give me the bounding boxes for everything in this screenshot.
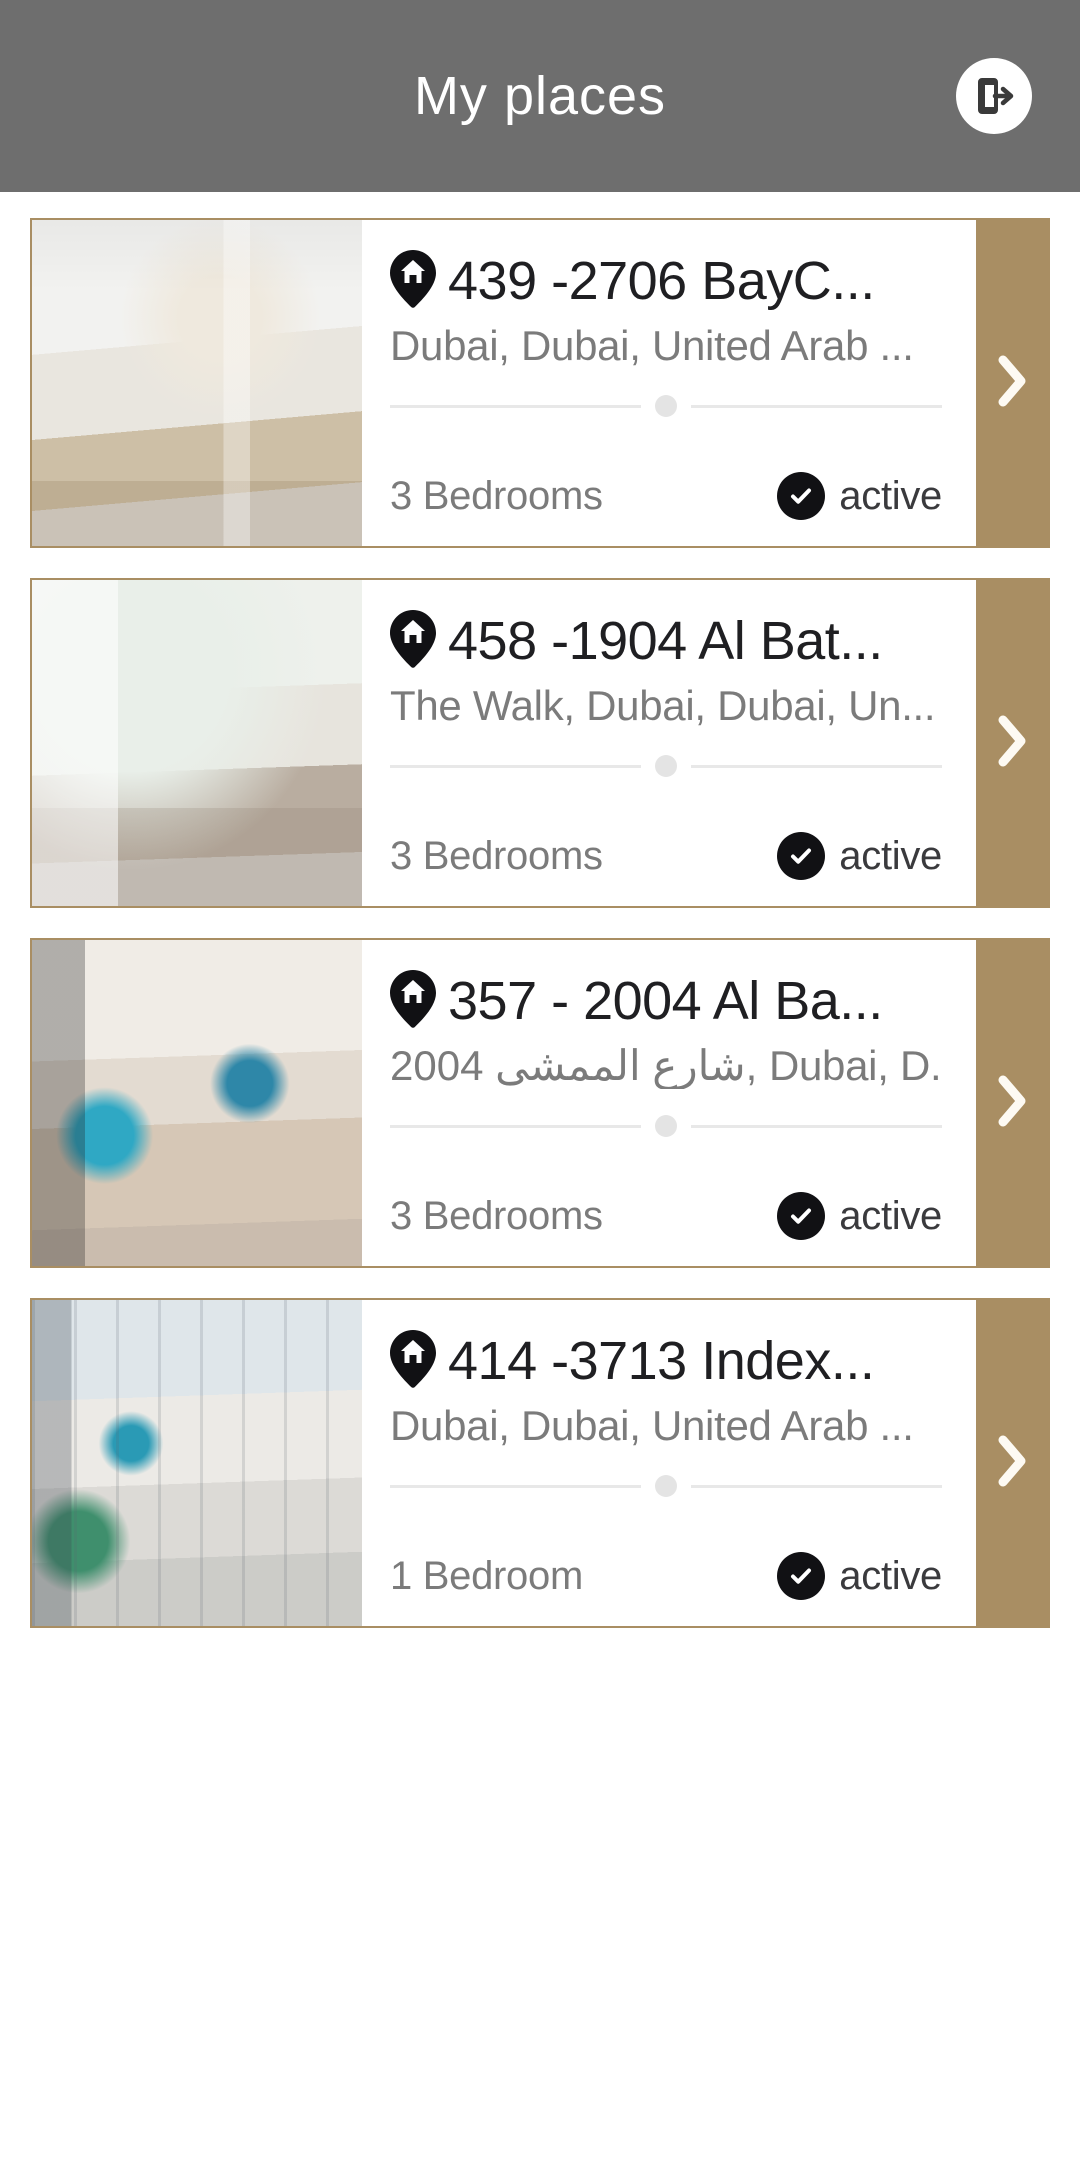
property-list: 439 -2706 BayC... Dubai, Dubai, United A…: [0, 192, 1080, 1628]
property-title-row: 439 -2706 BayC...: [390, 250, 942, 313]
divider-dot: [655, 755, 677, 778]
card-divider: [390, 755, 942, 778]
property-meta-row: 3 Bedrooms active: [390, 1182, 942, 1240]
status-label: active: [839, 833, 942, 878]
divider-line-left: [390, 764, 641, 768]
property-location: Dubai, Dubai, United Arab ...: [390, 323, 914, 369]
check-circle-icon: [777, 472, 826, 520]
property-title: 458 -1904 Al Bat...: [448, 613, 883, 670]
property-thumbnail: [32, 580, 362, 906]
chevron-right-icon: [995, 354, 1029, 413]
divider-line-right: [691, 1124, 942, 1128]
property-details: 414 -3713 Index... Dubai, Dubai, United …: [362, 1300, 976, 1626]
property-card[interactable]: 439 -2706 BayC... Dubai, Dubai, United A…: [30, 218, 1050, 548]
property-meta-row: 3 Bedrooms active: [390, 462, 942, 520]
divider-line-right: [691, 764, 942, 768]
property-details: 357 - 2004 Al Ba... 2004 شارع الممشى, Du…: [362, 940, 976, 1266]
divider-dot: [655, 395, 677, 418]
divider-line-left: [390, 1124, 641, 1128]
home-pin-icon: [390, 250, 436, 313]
property-title: 357 - 2004 Al Ba...: [448, 973, 883, 1030]
check-circle-icon: [777, 832, 826, 880]
bedroom-count: 1 Bedroom: [390, 1553, 583, 1598]
property-card[interactable]: 458 -1904 Al Bat... The Walk, Dubai, Dub…: [30, 578, 1050, 908]
logout-button[interactable]: [956, 58, 1032, 134]
property-location: 2004 شارع الممشى, Dubai, D...: [390, 1043, 942, 1089]
card-divider: [390, 395, 942, 418]
thumbnail-overlay: [32, 1300, 362, 1626]
card-divider: [390, 1475, 942, 1498]
open-property-button[interactable]: [976, 940, 1048, 1266]
open-property-button[interactable]: [976, 580, 1048, 906]
bedroom-count: 3 Bedrooms: [390, 833, 603, 878]
status-badge: active: [777, 1192, 942, 1240]
chevron-right-icon: [995, 714, 1029, 773]
status-label: active: [839, 473, 942, 518]
divider-line-left: [390, 1484, 641, 1488]
page-title: My places: [413, 66, 667, 126]
bedroom-count: 3 Bedrooms: [390, 473, 603, 518]
status-badge: active: [777, 1552, 942, 1600]
thumbnail-overlay: [32, 580, 362, 906]
property-thumbnail: [32, 940, 362, 1266]
property-title-row: 357 - 2004 Al Ba...: [390, 970, 942, 1033]
home-pin-icon: [390, 1330, 436, 1393]
divider-line-right: [691, 404, 942, 408]
status-label: active: [839, 1553, 942, 1598]
divider-dot: [655, 1475, 677, 1498]
divider-line-right: [691, 1484, 942, 1488]
property-meta-row: 3 Bedrooms active: [390, 822, 942, 880]
check-circle-icon: [777, 1552, 826, 1600]
app-header: My places: [0, 0, 1080, 192]
property-card[interactable]: 357 - 2004 Al Ba... 2004 شارع الممشى, Du…: [30, 938, 1050, 1268]
chevron-right-icon: [995, 1434, 1029, 1493]
check-circle-icon: [777, 1192, 826, 1240]
property-card[interactable]: 414 -3713 Index... Dubai, Dubai, United …: [30, 1298, 1050, 1628]
property-title: 439 -2706 BayC...: [448, 253, 875, 310]
property-location: The Walk, Dubai, Dubai, Un...: [390, 683, 936, 729]
property-title-row: 458 -1904 Al Bat...: [390, 610, 942, 673]
logout-icon: [971, 73, 1017, 119]
card-divider: [390, 1115, 942, 1138]
chevron-right-icon: [995, 1074, 1029, 1133]
status-label: active: [839, 1193, 942, 1238]
property-details: 439 -2706 BayC... Dubai, Dubai, United A…: [362, 220, 976, 546]
divider-dot: [655, 1115, 677, 1138]
property-thumbnail: [32, 1300, 362, 1626]
divider-line-left: [390, 404, 641, 408]
property-meta-row: 1 Bedroom active: [390, 1542, 942, 1600]
home-pin-icon: [390, 610, 436, 673]
bedroom-count: 3 Bedrooms: [390, 1193, 603, 1238]
status-badge: active: [777, 472, 942, 520]
property-details: 458 -1904 Al Bat... The Walk, Dubai, Dub…: [362, 580, 976, 906]
open-property-button[interactable]: [976, 220, 1048, 546]
property-title: 414 -3713 Index...: [448, 1333, 875, 1390]
thumbnail-overlay: [32, 940, 362, 1266]
thumbnail-overlay: [32, 220, 362, 546]
property-thumbnail: [32, 220, 362, 546]
property-location: Dubai, Dubai, United Arab ...: [390, 1403, 914, 1449]
home-pin-icon: [390, 970, 436, 1033]
property-title-row: 414 -3713 Index...: [390, 1330, 942, 1393]
open-property-button[interactable]: [976, 1300, 1048, 1626]
status-badge: active: [777, 832, 942, 880]
